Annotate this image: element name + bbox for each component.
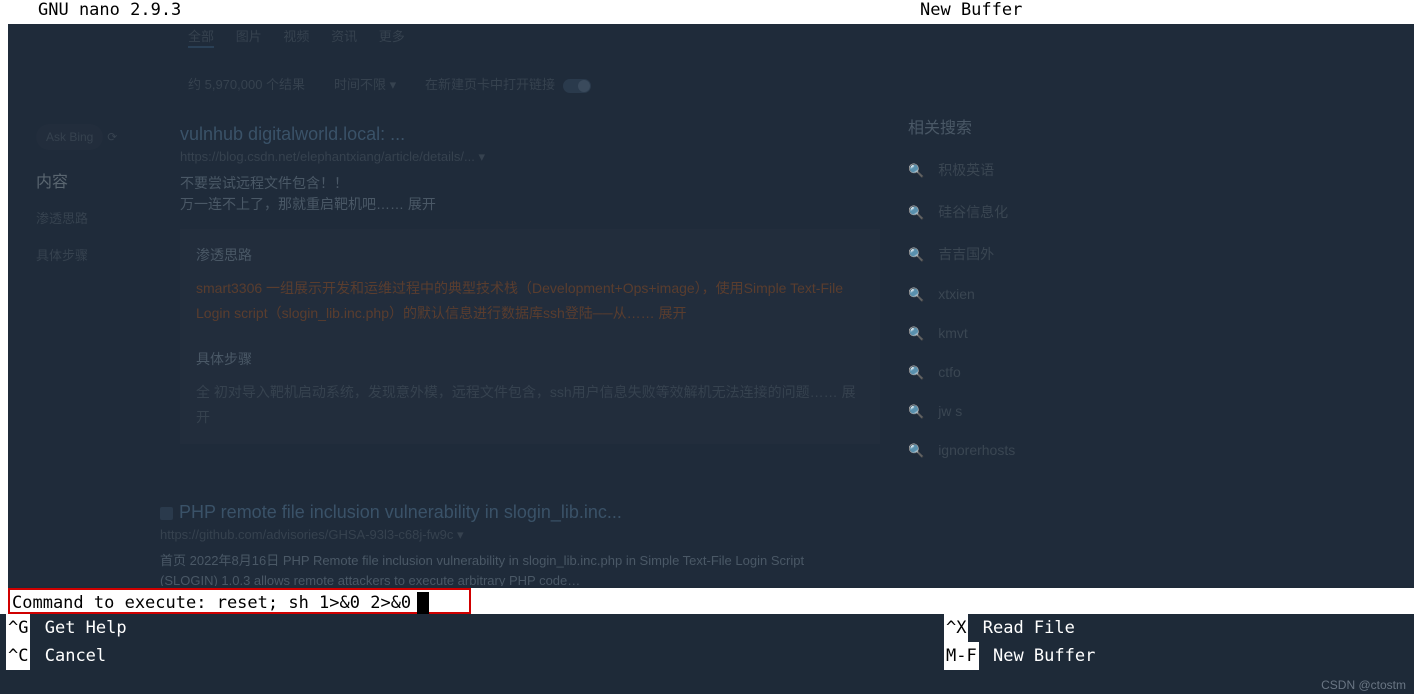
- shortcut[interactable]: ^G Get Help: [6, 614, 127, 642]
- shortcut-key: ^G: [6, 614, 30, 642]
- search-icon: 🔍: [908, 247, 924, 262]
- content-item: 具体步骤: [36, 245, 156, 264]
- cursor-icon: [417, 592, 429, 614]
- related-searches: 相关搜索 🔍积极英语 🔍硅谷信息化 🔍吉吉国外 🔍xtxien 🔍kmvt 🔍c…: [908, 114, 1015, 481]
- shortcut-label: Read File: [983, 614, 1075, 642]
- watermark: CSDN @ctostm: [1321, 678, 1406, 692]
- related-item: 🔍ctfo: [908, 364, 1015, 381]
- search-tabs: 全部 图片 视频 资讯 更多: [188, 26, 405, 45]
- nano-command-line[interactable]: Command to execute: reset; sh 1>&0 2>&0: [0, 588, 1414, 614]
- shortcut-key: ^X: [944, 614, 968, 642]
- shortcut-key: ^C: [6, 642, 30, 670]
- related-item: 🔍吉吉国外: [908, 244, 1015, 264]
- search-icon: 🔍: [908, 404, 924, 419]
- result-url: https://github.com/advisories/GHSA-93l3-…: [160, 527, 860, 543]
- left-edge-bar: [0, 0, 8, 588]
- shortcut[interactable]: ^C Cancel: [6, 642, 106, 670]
- shortcut[interactable]: ^X Read File: [944, 614, 1075, 642]
- search-icon: 🔍: [908, 326, 924, 341]
- result-snippet: 不要尝试远程文件包含！！ 万一连不上了，那就重启靶机吧…… 展开: [180, 173, 880, 215]
- related-item: 🔍jw s: [908, 403, 1015, 420]
- ask-pill: Ask Bing: [36, 124, 103, 150]
- related-item: 🔍xtxien: [908, 286, 1015, 303]
- content-sidebar: Ask Bing ⟳ 内容 渗透思路 具体步骤: [36, 124, 156, 282]
- command-input-highlight: Command to execute: reset; sh 1>&0 2>&0: [8, 588, 471, 614]
- search-icon: 🔍: [908, 163, 924, 178]
- background-webpage: 全部 图片 视频 资讯 更多 约 5,970,000 个结果 时间不限 ▾ 在新…: [8, 24, 1414, 586]
- toggle-icon: [563, 79, 591, 93]
- search-icon: 🔍: [908, 365, 924, 380]
- search-result: PHP remote file inclusion vulnerability …: [160, 502, 860, 586]
- result-url: https://blog.csdn.net/elephantxiang/arti…: [180, 149, 880, 165]
- search-icon: 🔍: [908, 443, 924, 458]
- nano-version: GNU nano 2.9.3: [0, 0, 181, 24]
- favicon-icon: [160, 507, 173, 520]
- shortcut[interactable]: M-F New Buffer: [944, 642, 1095, 670]
- command-prompt-label: Command to execute:: [12, 593, 217, 613]
- content-item: 渗透思路: [36, 208, 156, 227]
- related-item: 🔍ignorerhosts: [908, 442, 1015, 459]
- related-header: 相关搜索: [908, 114, 1015, 138]
- shortcut-label: Cancel: [45, 642, 106, 670]
- nano-buffer-name: New Buffer: [920, 0, 1022, 20]
- result-meta: 首页 2022年8月16日 PHP Remote file inclusion …: [160, 551, 860, 586]
- search-stats: 约 5,970,000 个结果 时间不限 ▾ 在新建页卡中打开链接: [188, 74, 591, 93]
- shortcut-key: M-F: [944, 642, 979, 670]
- nano-shortcut-bar: ^G Get Help ^X Read File ^C Cancel M-F N…: [0, 614, 1414, 670]
- result-box: 渗透思路 smart3306 一组展示开发和运维过程中的典型技术栈（Develo…: [180, 229, 880, 444]
- command-value[interactable]: reset; sh 1>&0 2>&0: [217, 593, 411, 613]
- result-title: PHP remote file inclusion vulnerability …: [160, 502, 860, 523]
- search-result: vulnhub digitalworld.local: ... https://…: [180, 124, 880, 444]
- result-title: vulnhub digitalworld.local: ...: [180, 124, 880, 145]
- search-icon: 🔍: [908, 205, 924, 220]
- shortcut-label: New Buffer: [993, 642, 1095, 670]
- nano-titlebar: GNU nano 2.9.3 New Buffer: [0, 0, 1414, 24]
- content-header: 内容: [36, 168, 156, 192]
- related-item: 🔍kmvt: [908, 325, 1015, 342]
- related-item: 🔍积极英语: [908, 160, 1015, 180]
- shortcut-label: Get Help: [45, 614, 127, 642]
- related-item: 🔍硅谷信息化: [908, 202, 1015, 222]
- search-icon: 🔍: [908, 287, 924, 302]
